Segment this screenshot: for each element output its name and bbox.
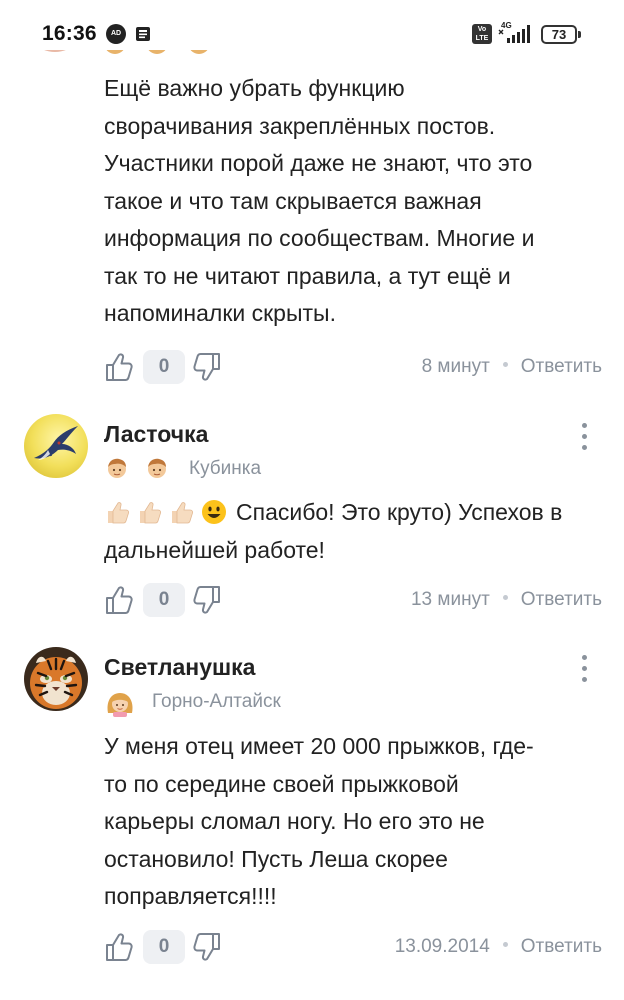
thumb-up-outline-icon[interactable] bbox=[104, 931, 134, 963]
comment-meta: 8 минут Ответить bbox=[422, 356, 602, 378]
boy-badge-icon bbox=[108, 458, 126, 478]
reply-button[interactable]: Ответить bbox=[521, 936, 602, 957]
separator-dot bbox=[502, 362, 508, 368]
thumb-up-outline-icon[interactable] bbox=[104, 351, 134, 383]
more-options-icon[interactable] bbox=[576, 652, 592, 684]
signal-icon: 4G bbox=[498, 21, 530, 43]
reply-button[interactable]: Ответить bbox=[521, 356, 602, 377]
comment-meta: 13.09.2014 Ответить bbox=[395, 936, 602, 958]
status-bar: 16:36 AD Vo LTE 4G 73 bbox=[0, 0, 624, 50]
thumb-down-outline-icon[interactable] bbox=[192, 584, 222, 616]
ad-blocker-icon: AD bbox=[106, 24, 126, 44]
comment-text-line: дальнейшей работе! bbox=[104, 537, 325, 563]
network-type-label: 4G bbox=[501, 21, 512, 30]
comment-time: 13.09.2014 bbox=[394, 936, 490, 957]
thumb-down-outline-icon[interactable] bbox=[192, 351, 222, 383]
separator-dot bbox=[502, 942, 508, 948]
comment-actions: 0 13 минут Ответить bbox=[104, 583, 602, 617]
user-city: Горно-Алтайск bbox=[152, 691, 281, 712]
comment-text: У меня отец имеет 20 000 прыжков, где- т… bbox=[104, 733, 534, 909]
smiling-face-emoji-icon bbox=[202, 500, 226, 524]
comment-time: 8 минут bbox=[421, 356, 490, 377]
author-name[interactable]: Ласточка bbox=[104, 421, 208, 448]
rating-score: 0 bbox=[143, 583, 185, 617]
battery-tip bbox=[578, 31, 581, 38]
user-city: Кубинка bbox=[189, 458, 262, 479]
status-time: 16:36 bbox=[42, 22, 97, 45]
comment-time: 13 минут bbox=[410, 589, 490, 610]
thumbs-up-emoji-icon bbox=[108, 502, 130, 524]
comment-text: Ещё важно убрать функцию сворачивания за… bbox=[104, 75, 535, 326]
avatar-swallow[interactable] bbox=[24, 414, 88, 478]
author-name[interactable]: Светланушка bbox=[104, 654, 255, 681]
reply-button[interactable]: Ответить bbox=[521, 589, 602, 610]
comment-meta: 13 минут Ответить bbox=[411, 589, 602, 611]
boy-badge-icon bbox=[148, 458, 166, 478]
more-options-icon[interactable] bbox=[576, 420, 592, 452]
volte-icon: Vo LTE bbox=[472, 24, 492, 44]
separator-dot bbox=[502, 595, 508, 601]
comment-actions: 0 13.09.2014 Ответить bbox=[104, 930, 602, 964]
comment-actions: 0 8 минут Ответить bbox=[104, 350, 602, 384]
thumb-up-outline-icon[interactable] bbox=[104, 584, 134, 616]
thumb-down-outline-icon[interactable] bbox=[192, 931, 222, 963]
rating-score: 0 bbox=[143, 350, 185, 384]
comment-text-line: Спасибо! Это круто) Успехов в bbox=[236, 499, 563, 525]
thumbs-up-emoji-icon bbox=[172, 502, 194, 524]
news-notification-icon bbox=[136, 27, 150, 41]
battery-indicator: 73 bbox=[541, 25, 577, 44]
thumbs-up-emoji-icon bbox=[140, 502, 162, 524]
rating-score: 0 bbox=[143, 930, 185, 964]
tiger-avatar-image bbox=[24, 647, 88, 711]
girl-badge-icon bbox=[107, 693, 133, 717]
avatar-tiger[interactable] bbox=[24, 647, 88, 711]
swallow-avatar-image bbox=[24, 414, 88, 478]
